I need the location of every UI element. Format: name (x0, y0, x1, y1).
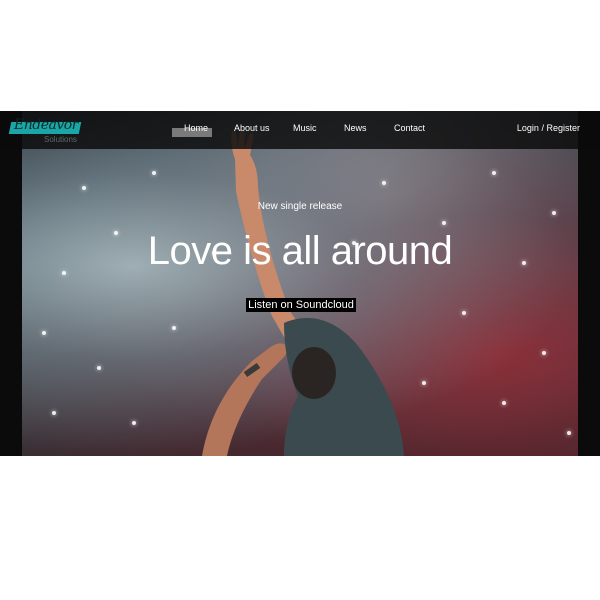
login-link[interactable]: Login (517, 123, 539, 133)
brand-logo[interactable]: Endeavor Solutions (8, 117, 88, 145)
auth-links: Login / Register (517, 123, 580, 133)
hero-headline: Love is all around (147, 229, 453, 273)
head (292, 347, 336, 399)
register-link[interactable]: Register (546, 123, 580, 133)
hero-background-photo (22, 111, 578, 456)
top-navbar: Endeavor Solutions Home About us Music N… (0, 111, 600, 149)
lower-arm (202, 343, 288, 456)
nav-news[interactable]: News (344, 123, 367, 133)
listen-soundcloud-button[interactable]: Listen on Soundcloud (246, 298, 356, 312)
logo-wordmark: Endeavor (14, 117, 78, 133)
auth-separator: / (541, 123, 544, 133)
performer-figure (202, 129, 404, 456)
nav-music[interactable]: Music (293, 123, 317, 133)
nav-home[interactable]: Home (184, 123, 208, 133)
hero-subtitle: New single release (257, 201, 343, 212)
nav-contact[interactable]: Contact (394, 123, 425, 133)
page-frame: Endeavor Solutions Home About us Music N… (0, 111, 600, 456)
nav-about-us[interactable]: About us (234, 123, 270, 133)
logo-subtext: Solutions (44, 135, 77, 144)
